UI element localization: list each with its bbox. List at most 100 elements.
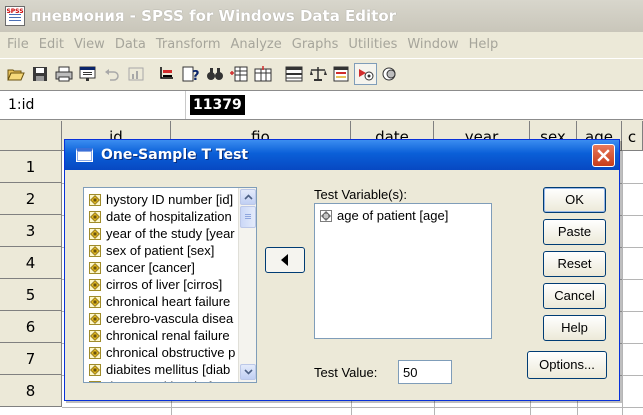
insert-variable-icon[interactable] (251, 63, 274, 85)
source-variable-label: year of the study [year (106, 226, 235, 241)
scale-variable-icon (89, 210, 101, 223)
scroll-up-button[interactable] (240, 189, 256, 205)
scale-variable-icon (89, 227, 101, 240)
insert-case-icon[interactable] (227, 63, 250, 85)
use-sets-icon[interactable] (378, 63, 401, 85)
menu-transform[interactable]: Transform (152, 37, 227, 52)
scale-variable-icon (89, 278, 101, 291)
scroll-thumb[interactable] (240, 206, 256, 228)
dialog-window-icon (76, 148, 93, 162)
dialog-title-bar[interactable]: One-Sample T Test (65, 140, 619, 170)
save-icon[interactable] (28, 63, 51, 85)
select-cases-icon[interactable] (330, 63, 353, 85)
row-header-7[interactable]: 7 (0, 343, 62, 375)
app-title: пневмония - SPSS for Windows Data Editor (31, 7, 397, 25)
source-variable-label: date of hospitalization (106, 209, 232, 224)
print-icon[interactable] (52, 63, 75, 85)
goto-case-icon[interactable] (155, 63, 178, 85)
scroll-down-button[interactable] (240, 364, 256, 380)
dialog-close-button[interactable] (592, 144, 615, 167)
source-variable-label: cerebro-vascula disea (106, 311, 234, 326)
source-variable-label: sex of patient [sex] (106, 243, 215, 258)
list-item[interactable]: date of hospitalization (84, 208, 238, 225)
cell-editor-bar: 1:id 11379 (0, 90, 643, 120)
help-button[interactable]: Help (543, 315, 606, 341)
row-header-5[interactable]: 5 (0, 279, 62, 311)
menu-view[interactable]: View (70, 37, 111, 52)
list-item[interactable]: sex of patient [sex] (84, 242, 238, 259)
menu-edit[interactable]: Edit (35, 37, 70, 52)
options-button[interactable]: Options... (527, 351, 607, 379)
row-header-4[interactable]: 4 (0, 247, 62, 279)
dialog-title: One-Sample T Test (101, 147, 249, 163)
list-item[interactable]: diabites mellitus [diab (84, 361, 238, 378)
row-header-6[interactable]: 6 (0, 311, 62, 343)
paste-button[interactable]: Paste (543, 219, 606, 245)
arrow-left-icon (281, 254, 288, 266)
value-labels-icon[interactable] (354, 62, 377, 85)
move-variable-button[interactable] (265, 247, 305, 273)
goto-chart-icon[interactable] (124, 63, 147, 85)
scale-variable-icon (89, 312, 101, 325)
source-variable-label: decreased level of co (106, 379, 229, 382)
menu-analyze[interactable]: Analyze (227, 37, 288, 52)
list-item[interactable]: chronical heart failure (84, 293, 238, 310)
scale-variable-icon (89, 261, 101, 274)
list-item[interactable]: year of the study [year (84, 225, 238, 242)
column-header-next[interactable]: c (622, 121, 643, 151)
dialog-recall-icon[interactable] (76, 63, 99, 85)
source-variable-label: chronical heart failure (106, 294, 231, 309)
menu-utilities[interactable]: Utilities (344, 37, 403, 52)
test-variables-label: Test Variable(s): (314, 187, 407, 202)
chevron-up-icon (243, 194, 253, 200)
svg-text:?: ? (192, 69, 200, 82)
test-variable-label: age of patient [age] (337, 208, 449, 223)
list-item[interactable]: chronical renal failure (84, 327, 238, 344)
test-value-label: Test Value: (314, 365, 378, 380)
list-item[interactable]: hystory ID number [id] (84, 191, 238, 208)
scale-variable-icon (89, 244, 101, 257)
row-header-3[interactable]: 3 (0, 215, 62, 247)
reset-button[interactable]: Reset (543, 251, 606, 277)
menu-window[interactable]: Window (403, 37, 464, 52)
close-icon (597, 149, 610, 162)
list-item[interactable]: cerebro-vascula disea (84, 310, 238, 327)
menu-help[interactable]: Help (465, 37, 505, 52)
menu-graphs[interactable]: Graphs (288, 37, 345, 52)
list-item[interactable]: cirros of liver [cirros] (84, 276, 238, 293)
test-variables-list[interactable]: age of patient [age] (314, 203, 492, 339)
row-header-2[interactable]: 2 (0, 183, 62, 215)
source-variable-label: chronical renal failure (106, 328, 230, 343)
row-header-1[interactable]: 1 (0, 151, 62, 183)
app-title-bar: SPSS пневмония - SPSS for Windows Data E… (0, 0, 643, 32)
cancel-button[interactable]: Cancel (543, 283, 606, 309)
menu-file[interactable]: File (3, 37, 35, 52)
ok-button[interactable]: OK (543, 187, 606, 213)
find-icon[interactable] (203, 63, 226, 85)
source-variable-list[interactable]: hystory ID number [id] date of hospitaliz… (83, 187, 257, 383)
undo-icon[interactable] (100, 63, 123, 85)
cell-value-input[interactable]: 11379 (190, 95, 245, 115)
variables-icon[interactable]: ? (179, 63, 202, 85)
split-file-icon[interactable] (282, 63, 305, 85)
scale-variable-icon (89, 346, 101, 359)
test-value-input[interactable]: 50 (398, 360, 452, 384)
scale-variable-icon (320, 209, 332, 222)
grid-corner (0, 121, 62, 151)
list-item[interactable]: decreased level of co (84, 378, 238, 382)
list-item[interactable]: chronical obstructive p (84, 344, 238, 361)
source-list-scrollbar[interactable] (238, 188, 256, 382)
chevron-down-icon (243, 369, 253, 375)
list-item[interactable]: age of patient [age] (315, 207, 491, 224)
cell-reference: 1:id (8, 97, 35, 113)
scale-variable-icon (89, 329, 101, 342)
row-header-8[interactable]: 8 (0, 375, 62, 407)
source-variable-label: cirros of liver [cirros] (106, 277, 223, 292)
weight-cases-icon[interactable] (306, 63, 329, 85)
scale-variable-icon (89, 295, 101, 308)
spss-app-icon[interactable]: SPSS (5, 6, 25, 26)
one-sample-t-test-dialog: One-Sample T Test hystory ID number [id]… (64, 139, 620, 401)
open-folder-icon[interactable] (4, 63, 27, 85)
list-item[interactable]: cancer [cancer] (84, 259, 238, 276)
menu-data[interactable]: Data (111, 37, 152, 52)
